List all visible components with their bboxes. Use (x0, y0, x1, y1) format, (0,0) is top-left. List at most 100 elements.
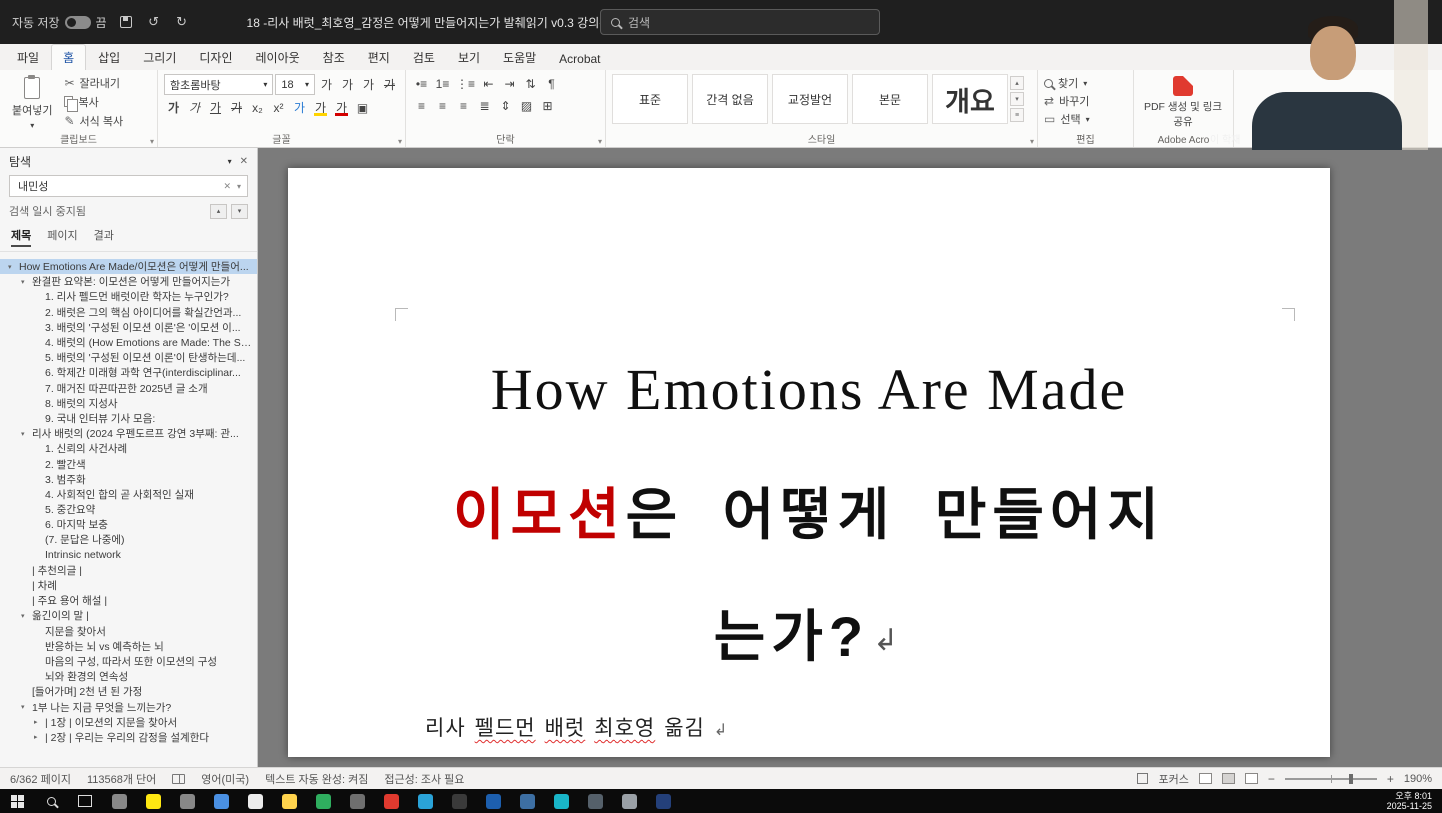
tab-design[interactable]: 디자인 (188, 45, 243, 70)
style-no-spacing[interactable]: 간격 없음 (692, 74, 768, 124)
nav-tree-item[interactable]: ▾ How Emotions Are Made/이모션은 어떻게 만들어... (0, 259, 257, 274)
text-effects-button[interactable]: 가 (290, 98, 309, 117)
tab-references[interactable]: 참조 (312, 45, 356, 70)
shading-button[interactable]: ▨ (517, 96, 536, 115)
chevron-down-icon[interactable]: ▾ (228, 157, 232, 166)
document-title[interactable]: 18 -리사 배럿_최호영_감정은 어떻게 만들어지는가 발췌읽기 v0.3 강… (247, 14, 621, 31)
dialog-launcher-icon[interactable]: ▾ (398, 137, 402, 146)
subscript-button[interactable]: x₂ (248, 98, 267, 117)
bold-button[interactable]: 가 (164, 98, 183, 117)
tree-expand-icon[interactable]: ▾ (8, 263, 19, 271)
change-case-button[interactable]: 가 (359, 75, 378, 94)
tab-mailings[interactable]: 편지 (357, 45, 401, 70)
nav-tree-item[interactable]: [들어가며] 2천 년 된 가정 (0, 684, 257, 699)
app-icon-navy[interactable] (646, 789, 680, 813)
language-status[interactable]: 영어(미국) (201, 771, 249, 787)
nav-tree-item[interactable]: ▾ 리사 배럿의 (2024 우펜도르프 강연 3부째: 관... (0, 426, 257, 441)
style-custom-1[interactable]: 교정발언 (772, 74, 848, 124)
dialog-launcher-icon[interactable]: ▾ (150, 137, 154, 146)
nav-tree-item[interactable]: Intrinsic network (0, 548, 257, 563)
dialog-launcher-icon[interactable]: ▾ (1030, 137, 1034, 146)
nav-tree-item[interactable]: 1. 신뢰의 사건사례 (0, 441, 257, 456)
tab-view[interactable]: 보기 (447, 45, 491, 70)
strikethrough-button[interactable]: 가 (227, 98, 246, 117)
character-border-button[interactable]: ▣ (353, 98, 372, 117)
format-painter-button[interactable]: ✎ 서식 복사 (64, 112, 123, 129)
multilevel-list-button[interactable]: ⋮≡ (454, 74, 477, 93)
clear-search-icon[interactable]: ✕ (223, 181, 231, 192)
autosave-toggle[interactable]: 자동 저장 끔 (12, 14, 107, 31)
start-button[interactable] (0, 789, 34, 813)
nav-tree-item[interactable]: 1. 리사 펠드먼 배럿이란 학자는 누구인가? (0, 289, 257, 304)
save-button[interactable] (117, 13, 135, 31)
italic-button[interactable]: 가 (185, 98, 204, 117)
chrome-icon[interactable] (170, 789, 204, 813)
app-icon-white[interactable] (238, 789, 272, 813)
nav-tree-item[interactable]: ▾ 1부 나는 지금 무엇을 느끼는가? (0, 699, 257, 714)
nav-tree-item[interactable]: 3. 배럿의 '구성된 이모션 이론'은 '이모션 이... (0, 320, 257, 335)
file-explorer-icon[interactable] (102, 789, 136, 813)
numbering-button[interactable]: 1≡ (433, 74, 452, 93)
tree-expand-icon[interactable]: ▾ (21, 703, 32, 711)
decrease-indent-button[interactable]: ⇤ (479, 74, 498, 93)
tab-acrobat[interactable]: Acrobat (548, 48, 611, 70)
app-icon-green[interactable] (306, 789, 340, 813)
nav-tree-item[interactable]: 6. 마지막 보충 (0, 517, 257, 532)
previous-result-button[interactable]: ▴ (210, 204, 227, 219)
document-canvas[interactable]: How Emotions Are Made 이모션은 어떻게 만들어지 는가?↲… (258, 148, 1442, 767)
nav-search-box[interactable]: ✕ ▾ (9, 175, 248, 197)
close-icon[interactable]: ✕ (240, 156, 248, 167)
copy-button[interactable]: 복사 (64, 93, 123, 110)
nav-tree-item[interactable]: | 차례 (0, 578, 257, 593)
justify-button[interactable]: ≣ (475, 96, 494, 115)
nav-tab-pages[interactable]: 페이지 (47, 227, 77, 247)
paragraph-marks-button[interactable]: ¶ (542, 74, 561, 93)
app-icon-silver[interactable] (612, 789, 646, 813)
app-icon-teal[interactable] (544, 789, 578, 813)
font-size-combobox[interactable]: 18 ▾ (275, 74, 315, 95)
font-name-combobox[interactable]: 함초롬바탕 ▾ (164, 74, 273, 95)
print-layout-button[interactable] (1222, 773, 1235, 784)
nav-tree-item[interactable]: 마음의 구성, 따라서 또한 이모션의 구성 (0, 654, 257, 669)
align-right-button[interactable]: ≡ (454, 96, 473, 115)
styles-gallery-more-icon[interactable]: ≡ (1010, 108, 1024, 122)
align-left-button[interactable]: ≡ (412, 96, 431, 115)
bullets-button[interactable]: •≡ (412, 74, 431, 93)
borders-button[interactable]: ⊞ (538, 96, 557, 115)
styles-scroll-down-icon[interactable]: ▾ (1010, 92, 1024, 106)
nav-tree-item[interactable]: 지문을 찾아서 (0, 624, 257, 639)
nav-tab-results[interactable]: 결과 (94, 227, 114, 247)
style-normal[interactable]: 표준 (612, 74, 688, 124)
align-center-button[interactable]: ≡ (433, 96, 452, 115)
app-icon-slate[interactable] (578, 789, 612, 813)
superscript-button[interactable]: x² (269, 98, 288, 117)
page-number-status[interactable]: 6/362 페이지 (10, 771, 71, 787)
paste-button[interactable]: 붙여넣기 ▾ (6, 74, 58, 133)
document-page[interactable]: How Emotions Are Made 이모션은 어떻게 만들어지 는가?↲… (288, 168, 1330, 757)
app-icon-gray[interactable] (340, 789, 374, 813)
zoom-level[interactable]: 190% (1404, 773, 1432, 785)
select-button[interactable]: ▭ 선택 ▾ (1044, 110, 1127, 128)
tab-help[interactable]: 도움말 (492, 45, 547, 70)
nav-tree-item[interactable]: ▾ 옮긴이의 말 | (0, 608, 257, 623)
nav-tree-item[interactable]: | 주요 용어 해설 | (0, 593, 257, 608)
underline-button[interactable]: 가 (206, 98, 225, 117)
app-icon-dark[interactable] (442, 789, 476, 813)
undo-button[interactable]: ↺ (145, 13, 163, 31)
task-view-button[interactable] (68, 789, 102, 813)
app-icon-blue[interactable] (204, 789, 238, 813)
tree-expand-icon[interactable]: ▾ (21, 430, 32, 438)
clear-formatting-button[interactable]: 가 (380, 75, 399, 94)
nav-tree-item[interactable]: 5. 중간요약 (0, 502, 257, 517)
dialog-launcher-icon[interactable]: ▾ (598, 137, 602, 146)
zoom-in-button[interactable]: + (1387, 772, 1394, 786)
nav-tree-item[interactable]: 2. 배럿은 그의 핵심 아이디어를 확실간언과... (0, 305, 257, 320)
nav-tree-item[interactable]: | 추천의글 | (0, 563, 257, 578)
tab-insert[interactable]: 삽입 (87, 45, 131, 70)
tree-expand-icon[interactable]: ▸ (34, 718, 45, 726)
nav-tree-item[interactable]: 3. 범주화 (0, 472, 257, 487)
tab-draw[interactable]: 그리기 (132, 45, 187, 70)
nav-search-input[interactable] (16, 179, 217, 193)
focus-mode-label[interactable]: 포커스 (1158, 771, 1188, 787)
styles-scroll-up-icon[interactable]: ▴ (1010, 76, 1024, 90)
